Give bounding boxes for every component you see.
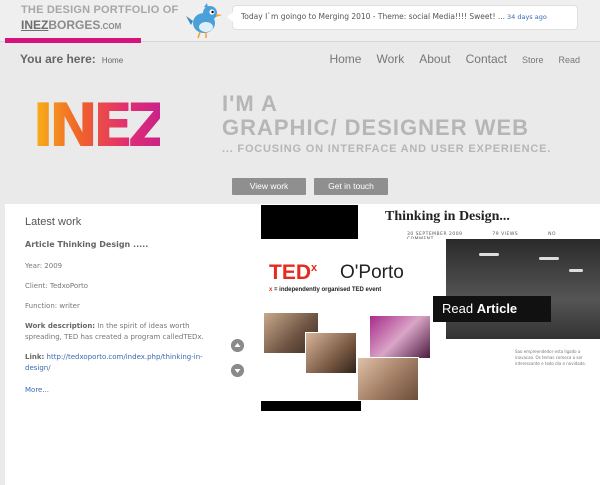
- stage-light: [539, 257, 559, 260]
- brand-name-rest: BORGES: [48, 18, 101, 32]
- work-link: Link: http://tedxoporto.com/index.php/th…: [25, 352, 225, 374]
- brand[interactable]: THE DESIGN PORTFOLIO OF INEZBORGES.COM: [21, 4, 178, 32]
- article-label: Article: [476, 301, 518, 316]
- read-label: Read: [442, 301, 477, 316]
- nav-about[interactable]: About: [419, 52, 450, 66]
- nav-contact[interactable]: Contact: [466, 52, 507, 66]
- tweet-bubble: Today I`m goingo to Merging 2010 - Theme…: [227, 5, 578, 30]
- speaker-photo: [369, 315, 431, 359]
- more-link[interactable]: More...: [25, 385, 225, 396]
- work-title: Article Thinking Design .....: [25, 240, 149, 249]
- client-value: TedxoPorto: [49, 282, 89, 290]
- hero-line-1: I'M A: [222, 91, 278, 116]
- hero-headline: I'M A GRAPHIC/ DESIGNER WEB ... FOCUSING…: [222, 92, 551, 156]
- scroll-down-icon[interactable]: [231, 364, 244, 377]
- logo-text: INEZ: [32, 96, 160, 148]
- work-url-link[interactable]: http://tedxoporto.com/index.php/thinking…: [25, 353, 203, 372]
- description-label: Work description:: [25, 322, 96, 330]
- scroll-up-icon[interactable]: [231, 339, 244, 352]
- tedx-word: TED: [269, 261, 311, 284]
- work-year: Year: 2009: [25, 261, 225, 272]
- client-label: Client:: [25, 282, 48, 290]
- breadcrumb-home[interactable]: Home: [102, 56, 123, 65]
- brand-name-bold: INEZ: [21, 18, 49, 32]
- inez-logo: INEZ: [32, 96, 160, 148]
- function-value: writer: [59, 302, 80, 310]
- view-work-label: View work: [249, 181, 289, 191]
- nav-store[interactable]: Store: [522, 55, 544, 65]
- get-in-touch-button[interactable]: Get in touch: [314, 178, 388, 195]
- tedx-sub-text: = independently organised TED event: [272, 287, 382, 293]
- thumb-band: [261, 401, 361, 411]
- tweet-text: Today I`m goingo to Merging 2010 - Theme…: [241, 12, 496, 21]
- speaker-photo: [305, 332, 357, 374]
- nav-work[interactable]: Work: [376, 52, 404, 66]
- oporto-text: O'Porto: [340, 262, 404, 283]
- tedx-logo: TEDx: [269, 261, 317, 285]
- tedx-sup: x: [311, 262, 318, 274]
- thumb-title: Thinking in Design...: [385, 209, 510, 224]
- tedx-subtitle: x = independently organised TED event: [269, 287, 381, 293]
- tweet-time-link[interactable]: 34 days ago: [507, 13, 547, 21]
- article-thumbnail[interactable]: Thinking in Design... 30 SEPTEMBER 2009 …: [261, 205, 600, 411]
- thumb-side-text: Sao empreendedor esta ligado a inovacao.…: [515, 349, 586, 366]
- year-value: 2009: [44, 262, 63, 270]
- accent-bar: [5, 38, 141, 43]
- link-label: Link:: [25, 353, 45, 361]
- work-function: Function: writer: [25, 301, 225, 312]
- work-client: Client: TedxoPorto: [25, 281, 225, 292]
- main-nav: Home Work About Contact Store Read: [329, 52, 580, 66]
- tweet-ellipsis: ...: [497, 12, 506, 21]
- latest-work-heading: Latest work: [25, 216, 82, 228]
- stage-light: [479, 253, 499, 256]
- nav-read[interactable]: Read: [558, 55, 580, 65]
- breadcrumb-label: You are here:: [20, 52, 96, 66]
- read-article-button[interactable]: Read Article: [433, 296, 551, 322]
- hero-line-2: GRAPHIC/ DESIGNER WEB: [222, 115, 530, 140]
- view-work-button[interactable]: View work: [232, 178, 306, 195]
- year-label: Year:: [25, 262, 43, 270]
- get-in-touch-label: Get in touch: [328, 181, 374, 191]
- twitter-bird-icon: [186, 3, 222, 39]
- work-description: Work description: In the spirit of ideas…: [25, 321, 225, 343]
- stage-light: [569, 269, 583, 272]
- thumb-meta-views: 79 VIEWS: [492, 232, 519, 237]
- nav-home[interactable]: Home: [329, 52, 361, 66]
- function-label: Function:: [25, 302, 58, 310]
- brand-tagline: THE DESIGN PORTFOLIO OF: [21, 4, 179, 16]
- speaker-photo: [357, 357, 419, 401]
- brand-name: INEZBORGES.COM: [21, 18, 178, 32]
- breadcrumb: You are here: Home: [20, 52, 123, 66]
- brand-name-tld: .COM: [100, 22, 122, 31]
- hero-line-3: ... FOCUSING ON INTERFACE AND USER EXPER…: [222, 143, 552, 155]
